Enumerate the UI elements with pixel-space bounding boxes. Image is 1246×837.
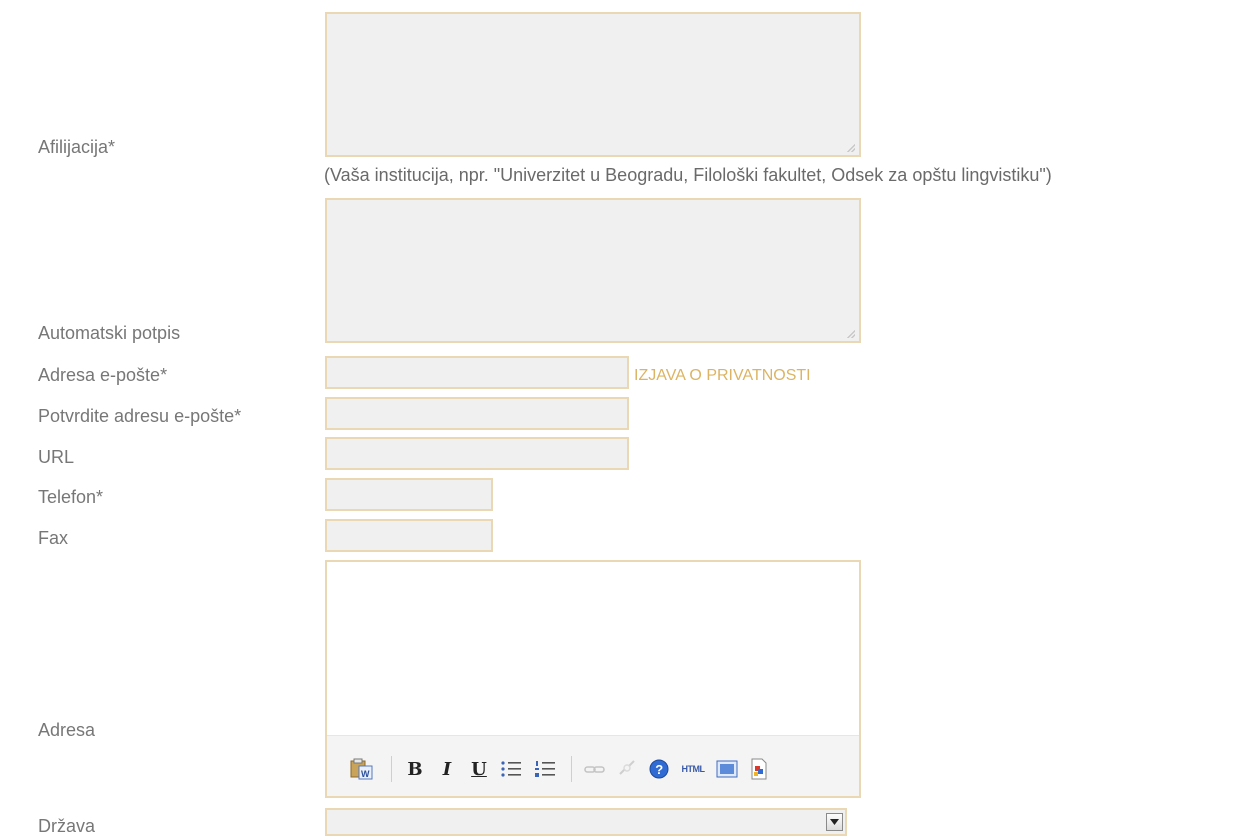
country-select[interactable]	[325, 808, 847, 836]
toolbar-separator	[571, 756, 572, 782]
image-icon[interactable]	[747, 758, 771, 780]
signature-textarea[interactable]	[325, 198, 861, 343]
phone-field[interactable]	[325, 478, 493, 511]
signature-label: Automatski potpis	[38, 323, 181, 343]
url-label: URL	[38, 447, 75, 467]
affiliation-label: Afilijacija*	[38, 137, 116, 157]
toolbar-separator	[391, 756, 392, 782]
resize-handle-icon[interactable]	[847, 144, 855, 152]
fax-label: Fax	[38, 528, 69, 548]
editor-toolbar: W B I U ? HTML	[327, 735, 859, 796]
help-icon[interactable]: ?	[647, 758, 671, 780]
italic-icon[interactable]: I	[437, 758, 457, 780]
paste-word-icon[interactable]: W	[349, 758, 375, 780]
chevron-down-icon[interactable]	[826, 813, 843, 831]
address-label: Adresa	[38, 720, 96, 740]
affiliation-hint: (Vaša institucija, npr. "Univerzitet u B…	[324, 165, 1052, 185]
unlink-icon[interactable]	[615, 758, 639, 780]
url-field[interactable]	[325, 437, 629, 470]
affiliation-textarea[interactable]	[325, 12, 861, 157]
fullscreen-icon[interactable]	[715, 758, 739, 780]
svg-text:W: W	[361, 769, 370, 779]
bullet-list-icon[interactable]	[499, 758, 523, 780]
html-icon[interactable]: HTML	[677, 758, 709, 780]
underline-icon[interactable]: U	[469, 758, 489, 780]
email-field[interactable]	[325, 356, 629, 389]
resize-handle-icon[interactable]	[847, 330, 855, 338]
address-editor[interactable]: W B I U ? HTML	[325, 560, 861, 798]
privacy-statement-link[interactable]: IZJAVA O PRIVATNOSTI	[634, 366, 811, 386]
email-confirm-field[interactable]	[325, 397, 629, 430]
email-label: Adresa e-pošte*	[38, 365, 168, 385]
fax-field[interactable]	[325, 519, 493, 552]
link-icon[interactable]	[583, 758, 607, 780]
country-label: Država	[38, 816, 96, 836]
bold-icon[interactable]: B	[405, 758, 425, 780]
email-confirm-label: Potvrdite adresu e-pošte*	[38, 406, 242, 426]
numbered-list-icon[interactable]	[533, 758, 557, 780]
phone-label: Telefon*	[38, 487, 104, 507]
svg-text:?: ?	[655, 762, 663, 777]
